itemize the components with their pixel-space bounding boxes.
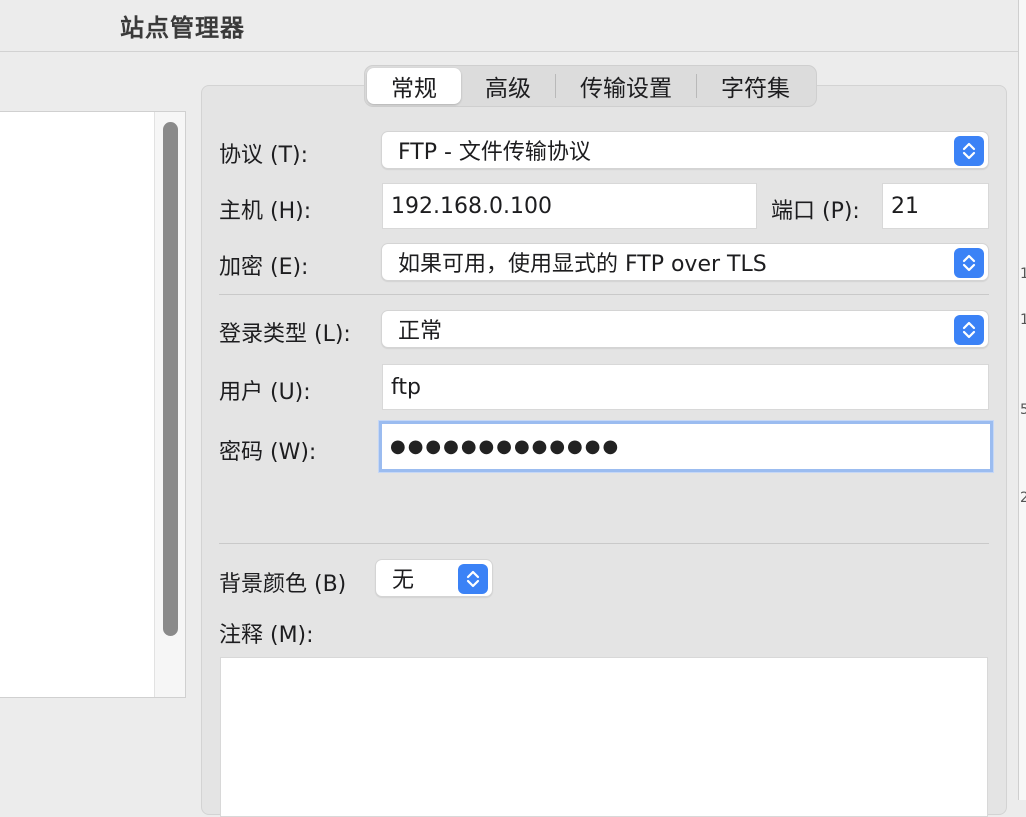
select-stepper-icon [954,315,984,345]
background-window-edge: 1 1 5 2 [1018,0,1026,800]
tab-charset[interactable]: 字符集 [697,68,814,104]
site-tree-scrollbar[interactable] [154,112,185,697]
encryption-select[interactable]: 如果可用，使用显式的 FTP over TLS [381,243,989,281]
port-input[interactable]: 21 [882,183,989,229]
host-input[interactable]: 192.168.0.100 [382,183,757,229]
protocol-select-value: FTP - 文件传输协议 [398,140,591,165]
edge-glyph: 5 [1020,402,1026,418]
window-title: 站点管理器 [120,14,245,42]
bg-color-select-value: 无 [392,568,415,593]
section-divider [219,294,989,295]
tab-general[interactable]: 常规 [367,68,461,104]
title-bar[interactable]: 站点管理器 [0,0,1018,52]
site-tree-scroll-thumb[interactable] [163,122,178,636]
user-label: 用户 (U): [219,380,311,405]
select-stepper-icon [954,248,984,278]
logon-type-select[interactable]: 正常 [381,310,989,348]
password-label: 密码 (W): [219,440,317,465]
section-divider [219,543,989,544]
password-masked-value: ●●●●●●●●●●●●● [390,436,621,457]
user-input[interactable]: ftp [382,364,989,410]
comment-label: 注释 (M): [219,623,314,648]
logon-type-label: 登录类型 (L): [219,322,351,347]
host-label: 主机 (H): [219,199,312,224]
comment-textarea[interactable] [220,657,988,817]
encryption-label: 加密 (E): [219,255,309,280]
port-label: 端口 (P): [771,199,860,224]
edge-glyph: 1 [1020,266,1026,282]
edge-glyph: 2 [1020,490,1026,506]
select-stepper-icon [458,564,488,594]
tab-advanced[interactable]: 高级 [461,68,555,104]
tab-transfer-settings[interactable]: 传输设置 [556,68,696,104]
protocol-label: 协议 (T): [219,143,309,168]
protocol-select[interactable]: FTP - 文件传输协议 [381,131,989,169]
password-input[interactable]: ●●●●●●●●●●●●● [379,421,993,472]
select-stepper-icon [954,136,984,166]
bg-color-label: 背景颜色 (B) [219,572,347,597]
site-manager-window: 站点管理器 1 1 5 2 常规 高级 传输设置 字符集 协议 (T): FTP… [0,0,1026,817]
tab-bar: 常规 高级 传输设置 字符集 [364,65,817,107]
site-tree[interactable] [0,111,186,698]
edge-glyph: 1 [1020,312,1026,328]
encryption-select-value: 如果可用，使用显式的 FTP over TLS [398,252,767,277]
bg-color-select[interactable]: 无 [375,559,493,597]
logon-type-select-value: 正常 [398,319,443,344]
